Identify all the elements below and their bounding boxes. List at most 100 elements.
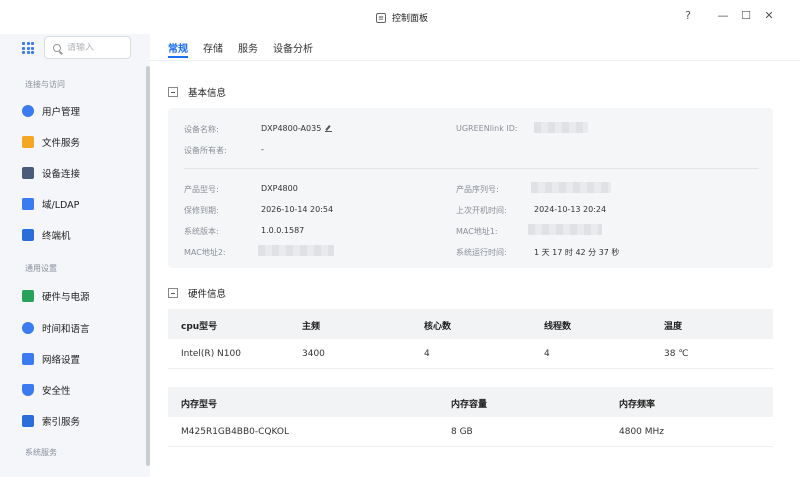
- search-input[interactable]: [67, 42, 122, 53]
- sidebar-item-security[interactable]: 安全性: [22, 378, 142, 402]
- sidebar-item-label: 硬件与电源: [42, 292, 90, 303]
- table-cell: 38 ℃: [664, 349, 689, 359]
- mac1-redacted: [528, 224, 602, 235]
- sidebar-item-label: 域/LDAP: [42, 200, 80, 211]
- table-cell: 4800 MHz: [619, 427, 665, 437]
- sidebar-item-label: 安全性: [42, 386, 71, 397]
- sidebar-item-label: 终端机: [42, 231, 71, 242]
- apps-grid-icon[interactable]: [22, 42, 34, 54]
- maximize-button[interactable]: ☐: [739, 9, 753, 23]
- serial-label: 产品序列号:: [456, 185, 499, 194]
- column-header: 线程数: [544, 322, 572, 332]
- terminal-icon: [22, 229, 34, 241]
- user-icon: [22, 105, 34, 117]
- last-boot-value: 2024-10-13 20:24: [534, 205, 607, 214]
- ugreenlink-label: UGREENlink ID:: [456, 124, 518, 133]
- device-name-label: 设备名称:: [184, 125, 219, 134]
- sidebar-item-terminal[interactable]: 终端机: [22, 223, 142, 247]
- sidebar-item-label: 设备连接: [42, 169, 81, 180]
- sidebar-item-network[interactable]: 网络设置: [22, 347, 142, 371]
- section-label-system: 系统服务: [25, 448, 57, 457]
- hardware-info-title: 硬件信息: [188, 289, 227, 300]
- close-button[interactable]: ✕: [762, 9, 776, 23]
- folder-icon: [22, 136, 34, 148]
- power-icon: [22, 290, 34, 302]
- cpu-table: cpu型号 主频 核心数 线程数 温度 Intel(R) N100 3400 4…: [168, 309, 773, 369]
- device-name-value: DXP4800-A035: [261, 124, 333, 133]
- version-label: 系统版本:: [184, 227, 219, 236]
- sidebar-item-label: 文件服务: [42, 138, 81, 149]
- search-box[interactable]: [44, 36, 131, 59]
- version-value: 1.0.0.1587: [261, 226, 305, 235]
- shield-icon: [22, 384, 34, 396]
- ugreenlink-redacted: [534, 122, 588, 133]
- warranty-value: 2026-10-14 20:54: [261, 205, 334, 214]
- index-icon: [22, 415, 34, 427]
- column-header: 核心数: [424, 322, 452, 332]
- table-header: 内存型号 内存容量 内存频率: [168, 387, 773, 417]
- mac2-label: MAC地址2:: [184, 248, 226, 257]
- tab-device-analysis[interactable]: 设备分析: [273, 40, 313, 58]
- last-boot-label: 上次开机时间:: [456, 206, 507, 215]
- sidebar-item-index-service[interactable]: 索引服务: [22, 409, 142, 433]
- sidebar: 连接与访问 用户管理 文件服务 设备连接 域/LDAP 终端机 通用设置 硬件与…: [0, 34, 150, 477]
- device-name-text: DXP4800-A035: [261, 124, 322, 133]
- table-header: cpu型号 主频 核心数 线程数 温度: [168, 309, 773, 339]
- control-panel-icon: ≡: [376, 12, 386, 23]
- basic-info-panel: 设备名称: DXP4800-A035 设备所有者: - UGREENlink I…: [168, 108, 773, 268]
- window-title: ≡ 控制面板: [376, 11, 428, 24]
- serial-redacted: [531, 182, 611, 193]
- sidebar-item-time-language[interactable]: 时间和语言: [22, 316, 142, 340]
- main-content: 常规 存储 服务 设备分析 基本信息 设备名称: DXP4800-A035 设备…: [150, 34, 800, 477]
- column-header: 温度: [664, 322, 683, 332]
- column-header: 主频: [302, 322, 321, 332]
- table-cell: 3400: [302, 349, 325, 359]
- tab-divider: [150, 60, 800, 61]
- device-icon: [22, 167, 34, 179]
- sidebar-item-label: 索引服务: [42, 417, 81, 428]
- collapse-icon[interactable]: [168, 87, 178, 97]
- uptime-label: 系统运行时间:: [456, 248, 507, 257]
- edit-icon[interactable]: [325, 125, 333, 132]
- control-panel-window: ≡ 控制面板 ? — ☐ ✕ 连接与访问 用户管理 文件服务 设备连接: [0, 0, 800, 477]
- owner-label: 设备所有者:: [184, 146, 227, 155]
- sidebar-item-device-connection[interactable]: 设备连接: [22, 161, 142, 185]
- table-row: Intel(R) N100 3400 4 4 38 ℃: [168, 339, 773, 369]
- column-header: 内存容量: [451, 400, 488, 410]
- mac2-redacted: [258, 245, 334, 256]
- table-cell: 4: [544, 349, 550, 359]
- section-label-general: 通用设置: [25, 264, 57, 273]
- sidebar-item-user-management[interactable]: 用户管理: [22, 99, 142, 123]
- tab-general[interactable]: 常规: [168, 40, 188, 58]
- model-label: 产品型号:: [184, 185, 219, 194]
- hardware-info-header[interactable]: 硬件信息: [168, 286, 226, 300]
- sidebar-item-domain-ldap[interactable]: 域/LDAP: [22, 192, 142, 216]
- basic-info-title: 基本信息: [188, 88, 227, 99]
- sidebar-item-hardware-power[interactable]: 硬件与电源: [22, 284, 142, 308]
- tab-storage[interactable]: 存储: [203, 40, 223, 58]
- help-button[interactable]: ?: [681, 9, 695, 23]
- model-value: DXP4800: [261, 184, 298, 193]
- title-bar: ≡ 控制面板 ? — ☐ ✕: [0, 0, 800, 34]
- uptime-value: 1 天 17 时 42 分 37 秒: [534, 248, 620, 257]
- window-title-text: 控制面板: [392, 14, 429, 24]
- mac1-label: MAC地址1:: [456, 227, 498, 236]
- minimize-button[interactable]: —: [716, 9, 730, 23]
- table-cell: 8 GB: [451, 427, 473, 437]
- table-cell: 4: [424, 349, 430, 359]
- tab-services[interactable]: 服务: [238, 40, 258, 58]
- network-icon: [22, 353, 34, 365]
- owner-value: -: [261, 145, 264, 154]
- basic-info-header[interactable]: 基本信息: [168, 85, 226, 99]
- table-row: M425R1GB4BB0-CQKOL 8 GB 4800 MHz: [168, 417, 773, 447]
- column-header: 内存型号: [181, 400, 218, 410]
- memory-table: 内存型号 内存容量 内存频率 M425R1GB4BB0-CQKOL 8 GB 4…: [168, 387, 773, 447]
- clock-icon: [22, 322, 34, 334]
- table-cell: M425R1GB4BB0-CQKOL: [181, 427, 289, 437]
- domain-icon: [22, 198, 34, 210]
- search-icon: [53, 43, 61, 52]
- collapse-icon[interactable]: [168, 288, 178, 298]
- sidebar-item-label: 网络设置: [42, 355, 81, 366]
- sidebar-item-file-services[interactable]: 文件服务: [22, 130, 142, 154]
- tab-bar: 常规 存储 服务 设备分析: [168, 40, 313, 58]
